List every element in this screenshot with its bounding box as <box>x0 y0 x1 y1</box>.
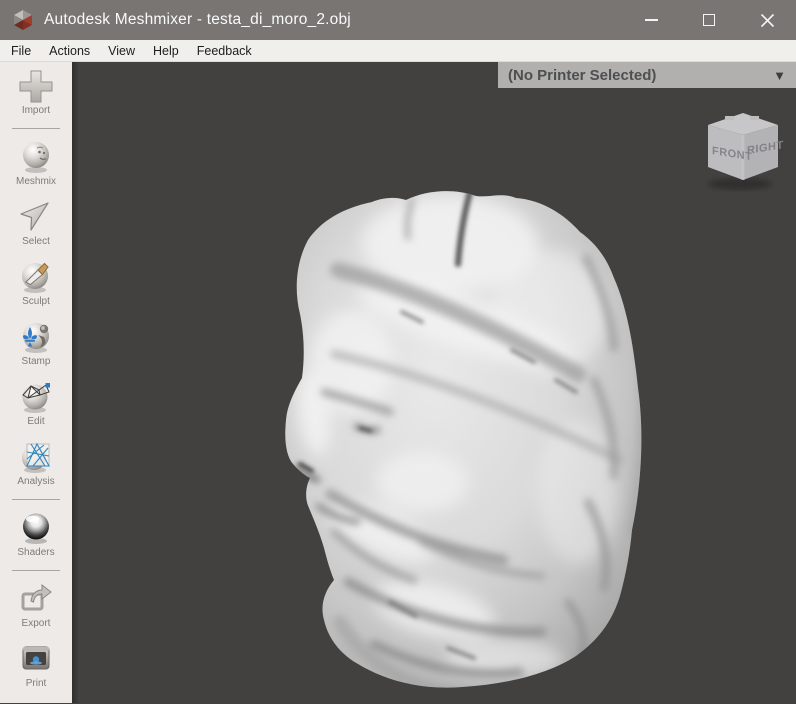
titlebar: Autodesk Meshmixer - testa_di_moro_2.obj <box>0 0 796 40</box>
toolbar-item-select[interactable]: Select <box>0 199 72 247</box>
toolbar-item-edit[interactable]: Edit <box>0 379 72 427</box>
printer-selector-label: (No Printer Selected) <box>508 66 657 84</box>
viewport-canvas[interactable]: (No Printer Selected) ▼ FRONT RIGHT <box>72 62 796 703</box>
toolbar-item-label: Stamp <box>21 356 51 367</box>
toolbar-item-label: Print <box>25 678 47 689</box>
meshmix-face-sphere-icon <box>17 139 55 175</box>
toolbar-item-label: Import <box>21 105 51 116</box>
export-arrow-icon <box>17 581 55 617</box>
view-cube-top-tab <box>750 116 759 120</box>
stamp-fleur-de-lis-sphere-icon <box>17 319 55 355</box>
left-toolbar: Import Meshmix Select Sculpt Stamp Edit … <box>0 62 72 703</box>
shaders-chrome-sphere-icon <box>17 510 55 546</box>
menu-file[interactable]: File <box>2 41 40 61</box>
view-cube-shadow <box>708 178 772 190</box>
window-title: Autodesk Meshmixer - testa_di_moro_2.obj <box>44 11 351 28</box>
head-model-mesh[interactable] <box>72 62 796 703</box>
edit-wireframe-sphere-icon <box>17 379 55 415</box>
toolbar-separator <box>12 570 60 571</box>
toolbar-item-export[interactable]: Export <box>0 581 72 629</box>
toolbar-item-print[interactable]: Print <box>0 641 72 689</box>
toolbar-item-stamp[interactable]: Stamp <box>0 319 72 367</box>
meshmixer-logo-icon <box>14 10 32 30</box>
toolbar-separator <box>12 128 60 129</box>
toolbar-item-shaders[interactable]: Shaders <box>0 510 72 558</box>
close-icon <box>760 13 774 27</box>
toolbar-separator <box>12 499 60 500</box>
menu-actions[interactable]: Actions <box>40 41 99 61</box>
view-cube[interactable]: FRONT RIGHT <box>698 108 788 192</box>
toolbar-item-sculpt[interactable]: Sculpt <box>0 259 72 307</box>
analysis-mesh-sphere-icon <box>17 439 55 475</box>
toolbar-item-label: Shaders <box>17 547 55 558</box>
toolbar-item-import[interactable]: Import <box>0 68 72 116</box>
printer-selector[interactable]: (No Printer Selected) ▼ <box>498 62 796 88</box>
toolbar-item-label: Sculpt <box>22 296 50 307</box>
select-cursor-arrow-icon <box>17 199 55 235</box>
sculpt-brush-sphere-icon <box>17 259 55 295</box>
maximize-icon <box>703 14 715 26</box>
view-cube-top-tab <box>725 116 734 120</box>
window-controls <box>622 0 796 40</box>
menu-feedback[interactable]: Feedback <box>188 41 261 61</box>
toolbar-item-label: Select <box>22 236 50 247</box>
toolbar-item-meshmix[interactable]: Meshmix <box>0 139 72 187</box>
menubar: File Actions View Help Feedback <box>0 40 796 62</box>
dropdown-caret-icon: ▼ <box>773 67 786 83</box>
maximize-button[interactable] <box>680 0 738 40</box>
import-plus-icon <box>17 68 55 104</box>
toolbar-item-label: Export <box>21 618 51 629</box>
minimize-button[interactable] <box>622 0 680 40</box>
toolbar-item-label: Edit <box>27 416 45 427</box>
toolbar-item-analysis[interactable]: Analysis <box>0 439 72 487</box>
menu-help[interactable]: Help <box>144 41 188 61</box>
menu-view[interactable]: View <box>99 41 144 61</box>
print-3d-printer-icon <box>17 641 55 677</box>
minimize-icon <box>644 19 658 21</box>
close-button[interactable] <box>738 0 796 40</box>
toolbar-item-label: Meshmix <box>15 176 56 187</box>
toolbar-item-label: Analysis <box>17 476 55 487</box>
